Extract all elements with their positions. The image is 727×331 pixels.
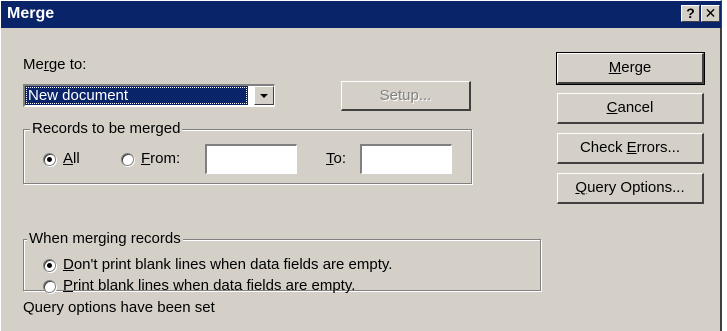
title-bar: Merge ? ✕ — [1, 1, 721, 28]
radio-dont-print-blank[interactable] — [43, 259, 56, 272]
setup-button[interactable]: Setup... — [341, 81, 471, 111]
merge-dialog: Merge ? ✕ Merge to: New document Setup..… — [0, 0, 722, 331]
radio-dont-print-blank-label: Don't print blank lines when data fields… — [63, 256, 393, 273]
radio-print-blank-label: Print blank lines when data fields are e… — [63, 277, 356, 294]
status-text: Query options have been set — [23, 299, 215, 316]
merge-to-dropdown[interactable]: New document — [23, 84, 275, 107]
window-title: Merge — [7, 5, 55, 22]
merge-to-label: Merge to: — [23, 56, 87, 73]
chevron-down-icon[interactable] — [254, 86, 274, 105]
cancel-button[interactable]: Cancel — [557, 93, 704, 124]
records-group-legend: Records to be merged — [30, 120, 183, 137]
merge-to-selected-value: New document — [25, 86, 248, 105]
from-input[interactable] — [205, 144, 297, 174]
radio-from-label: From: — [141, 150, 181, 167]
help-button[interactable]: ? — [681, 5, 700, 22]
check-errors-button[interactable]: Check Errors... — [557, 133, 704, 164]
radio-all-label: All — [63, 150, 80, 167]
radio-from[interactable] — [121, 153, 134, 166]
merging-records-legend: When merging records — [27, 230, 183, 247]
radio-print-blank[interactable] — [43, 280, 56, 293]
close-button[interactable]: ✕ — [701, 5, 720, 22]
query-options-button[interactable]: Query Options... — [557, 173, 704, 204]
merge-button[interactable]: Merge — [556, 52, 705, 85]
to-input[interactable] — [360, 144, 452, 174]
radio-all[interactable] — [43, 153, 56, 166]
to-label: To: — [326, 150, 347, 167]
